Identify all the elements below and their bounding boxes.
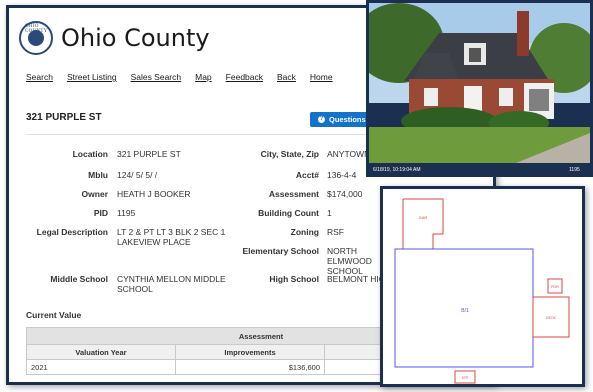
page-title: 321 PURPLE ST <box>26 112 102 123</box>
county-seal-logo[interactable]: OHIO COUNTY <box>19 21 53 55</box>
legal-description-value: LT 2 & PT LT 3 BLK 2 SEC 1 LAKEVIEW PLAC… <box>117 227 226 247</box>
location-label: Location <box>72 149 108 159</box>
floor-plan-drawing: GAR B/1 POR DECK STP <box>394 198 570 384</box>
pid-value: 1195 <box>117 208 136 218</box>
assessment-label: Assessment <box>268 189 319 199</box>
acct-label: Acct# <box>295 170 319 180</box>
owner-label: Owner <box>81 189 108 199</box>
sketch-label-gar: GAR <box>419 215 428 220</box>
cell-improvements: $136,600 <box>175 359 325 375</box>
question-icon: ? <box>318 116 325 123</box>
sketch-label-stp: STP <box>462 376 469 380</box>
middle-school-value: CYNTHIA MELLON MIDDLE SCHOOL <box>117 274 226 294</box>
sketch-label-por: POR <box>551 285 559 289</box>
high-school-label: High School <box>269 274 319 284</box>
building-count-value: 1 <box>327 208 332 218</box>
col-valuation-year: Valuation Year <box>26 344 176 360</box>
cell-year: 2021 <box>26 359 176 375</box>
middle-school-label: Middle School <box>50 274 108 284</box>
property-photo[interactable]: 6/18/19, 10:19:04 AM 1195 <box>366 0 593 177</box>
house-photo-image: 6/18/19, 10:19:04 AM 1195 <box>369 3 590 174</box>
zoning-label: Zoning <box>290 227 319 237</box>
pid-label: PID <box>93 208 108 218</box>
building-sketch[interactable]: GAR B/1 POR DECK STP <box>380 186 585 387</box>
col-improvements: Improvements <box>175 344 325 360</box>
mblu-value: 124/ 5/ 5/ / <box>117 170 158 180</box>
photo-timestamp: 6/18/19, 10:19:04 AM <box>373 167 421 173</box>
sketch-label-main: B/1 <box>461 308 469 314</box>
owner-value: HEATH J BOOKER <box>117 189 191 199</box>
city-state-zip-label: City, State, Zip <box>260 149 319 159</box>
site-title[interactable]: Ohio County <box>61 24 210 52</box>
photo-frame-number: 1195 <box>569 167 580 173</box>
nav-map[interactable]: Map <box>195 72 212 82</box>
zoning-value: RSF <box>327 227 344 237</box>
nav-search[interactable]: Search <box>26 72 53 82</box>
acct-value: 136-4-4 <box>327 170 357 180</box>
nav-street-listing[interactable]: Street Listing <box>67 72 117 82</box>
elementary-school-label: Elementary School <box>242 246 319 256</box>
nav-sales-search[interactable]: Sales Search <box>131 72 182 82</box>
questions-button[interactable]: ? Questions <box>310 112 374 127</box>
current-value-heading: Current Value <box>26 310 82 320</box>
mblu-label: Mblu <box>88 170 108 180</box>
location-value: 321 PURPLE ST <box>117 149 181 159</box>
sketch-label-deck: DECK <box>546 316 556 320</box>
nav-back[interactable]: Back <box>277 72 296 82</box>
site-header: OHIO COUNTY Ohio County <box>19 18 210 58</box>
nav-home[interactable]: Home <box>310 72 333 82</box>
assessment-value: $174,000 <box>327 189 363 199</box>
legal-description-label: Legal Description <box>36 227 108 237</box>
building-count-label: Building Count <box>258 208 319 218</box>
main-nav: Search Street Listing Sales Search Map F… <box>26 72 347 82</box>
nav-feedback[interactable]: Feedback <box>226 72 263 82</box>
city-state-zip-value: ANYTOWN <box>327 149 371 159</box>
